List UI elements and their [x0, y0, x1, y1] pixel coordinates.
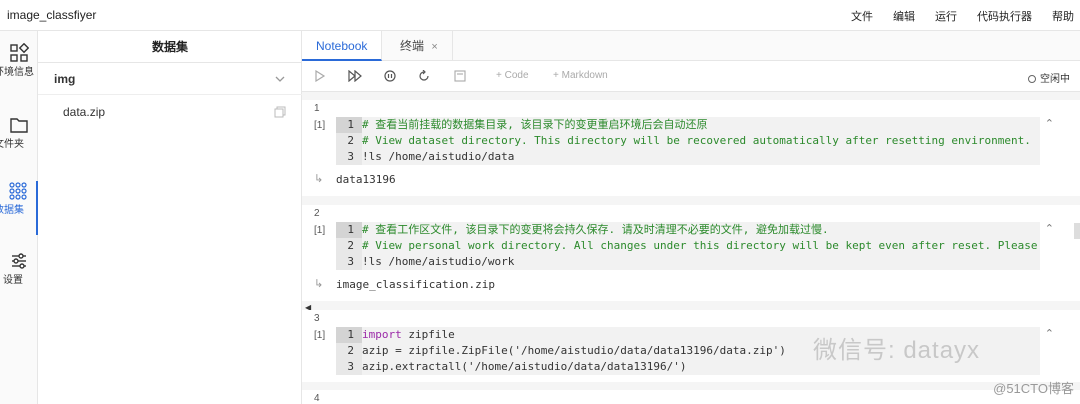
code-line: 3 !ls /home/aistudio/data — [336, 149, 1040, 165]
watermark: 微信号: datayx — [813, 337, 981, 364]
code-text: # View dataset directory. This directory… — [362, 134, 1031, 147]
grid-icon — [10, 43, 29, 62]
collapse-up-icon[interactable]: ⌃ — [1045, 327, 1054, 340]
cell-number: 4 — [314, 393, 320, 404]
cell-prompt: [1] — [314, 225, 326, 236]
line-number: 1 — [336, 222, 362, 238]
menu-file[interactable]: 文件 — [851, 8, 873, 24]
kernel-status-text: 空闲中 — [1040, 74, 1070, 85]
code-text: # 查看工作区文件, 该目录下的变更将会持久保存. 请及时清理不必要的文件, 避… — [362, 223, 829, 236]
stop-icon[interactable] — [384, 70, 396, 82]
file-row[interactable]: data.zip — [38, 97, 302, 127]
tab-label: Notebook — [316, 39, 368, 53]
cell-number: 3 — [314, 313, 320, 324]
notebook-cell[interactable]: 2 [1] 1 # 查看工作区文件, 该目录下的变更将会持久保存. 请及时清理不必… — [302, 205, 1080, 301]
cell-prompt: [1] — [314, 330, 326, 341]
code-line: 1 # 查看当前挂载的数据集目录, 该目录下的变更重启环境后会自动还原 — [336, 117, 1040, 133]
code-editor[interactable]: 1 # 查看当前挂载的数据集目录, 该目录下的变更重启环境后会自动还原 2 # Vi… — [336, 117, 1040, 165]
dataset-group-name: img — [54, 72, 76, 86]
menu-run[interactable]: 运行 — [935, 8, 957, 24]
dataset-group-row[interactable]: img — [38, 63, 302, 95]
code-text: # 查看当前挂载的数据集目录, 该目录下的变更重启环境后会自动还原 — [362, 118, 708, 131]
dataset-icon — [9, 182, 27, 200]
menu-help[interactable]: 帮助 — [1052, 8, 1074, 24]
copy-icon[interactable] — [274, 106, 286, 118]
tab-label: 终端 — [400, 39, 425, 53]
code-text: import zipfile — [362, 328, 455, 341]
notebook-cell[interactable]: 4 — [302, 390, 1080, 404]
tab-notebook[interactable]: Notebook — [302, 31, 383, 61]
run-icon[interactable] — [314, 70, 326, 82]
kernel-status: 空闲中 — [1028, 70, 1070, 85]
menu-kernel[interactable]: 代码执行器 — [977, 8, 1032, 24]
output-arrow-icon: ↳ — [314, 278, 324, 290]
code-line: 1 # 查看工作区文件, 该目录下的变更将会持久保存. 请及时清理不必要的文件, … — [336, 222, 1040, 238]
cell-number: 1 — [314, 103, 320, 114]
menu-bar: 文件 编辑 运行 代码执行器 帮助 — [851, 8, 1074, 24]
collapse-up-icon[interactable]: ⌃ — [1045, 117, 1054, 130]
dataset-panel: 数据集 img data.zip — [38, 31, 302, 404]
menu-edit[interactable]: 编辑 — [893, 8, 915, 24]
cell-prompt: [1] — [314, 120, 326, 131]
code-text: !ls /home/aistudio/work — [362, 255, 515, 268]
app-title: image_classfiyer — [7, 8, 97, 22]
nav-item-settings[interactable]: 设置 — [0, 251, 38, 305]
line-number: 2 — [336, 238, 362, 254]
line-number: 1 — [336, 327, 362, 343]
nav-label: 文件夹 — [0, 139, 24, 150]
watermark-corner: @51CTO博客 — [993, 381, 1074, 396]
kernel-status-icon — [1028, 75, 1036, 83]
cell-output: data13196 — [336, 173, 396, 186]
notebook-cell[interactable]: 1 [1] 1 # 查看当前挂载的数据集目录, 该目录下的变更重启环境后会自动还原… — [302, 100, 1080, 196]
nav-label: 设置 — [3, 275, 23, 286]
nav-item-env-info[interactable]: 环境信息 — [0, 43, 38, 97]
sliders-icon — [12, 253, 26, 269]
file-name: data.zip — [63, 105, 106, 119]
nav-item-dataset[interactable]: 数据集 — [0, 181, 38, 235]
line-number: 3 — [336, 359, 362, 375]
save-icon[interactable] — [454, 70, 466, 82]
code-text: # View personal work directory. All chan… — [362, 239, 1040, 252]
code-text: azip.extractall('/home/aistudio/data/dat… — [362, 360, 687, 373]
top-bar: image_classfiyer 文件 编辑 运行 代码执行器 帮助 — [0, 0, 1080, 31]
scrollbar[interactable] — [1074, 223, 1080, 239]
add-code-button[interactable]: + Code — [496, 70, 529, 81]
nav-label: 数据集 — [0, 205, 24, 216]
add-markdown-button[interactable]: + Markdown — [553, 70, 608, 81]
close-icon[interactable]: × — [431, 41, 437, 53]
code-editor[interactable]: 1 # 查看工作区文件, 该目录下的变更将会持久保存. 请及时清理不必要的文件, … — [336, 222, 1040, 270]
tab-terminal[interactable]: 终端 × — [386, 31, 453, 61]
line-number: 1 — [336, 117, 362, 133]
tab-bar: Notebook 终端 × — [302, 31, 1080, 61]
folder-icon — [10, 118, 28, 133]
output-arrow-icon: ↳ — [314, 173, 324, 185]
code-line: 2 # View dataset directory. This director… — [336, 133, 1040, 149]
code-line: 3 !ls /home/aistudio/work — [336, 254, 1040, 270]
restart-icon[interactable] — [418, 70, 430, 82]
run-all-icon[interactable] — [348, 70, 362, 82]
cell-output: image_classification.zip — [336, 278, 495, 291]
code-text: !ls /home/aistudio/data — [362, 150, 515, 163]
cell-number: 2 — [314, 208, 320, 219]
code-text: azip = zipfile.ZipFile('/home/aistudio/d… — [362, 344, 786, 357]
code-line: 2 # View personal work directory. All cha… — [336, 238, 1040, 254]
line-number: 2 — [336, 133, 362, 149]
line-number: 3 — [336, 254, 362, 270]
nav-item-folder[interactable]: 文件夹 — [0, 115, 38, 169]
left-nav: 环境信息 文件夹 数据集 设置 — [0, 31, 38, 404]
notebook-toolbar: + Code + Markdown 空闲中 — [302, 61, 1080, 92]
chevron-down-icon[interactable] — [274, 73, 286, 85]
line-number: 2 — [336, 343, 362, 359]
line-number: 3 — [336, 149, 362, 165]
nav-label: 环境信息 — [0, 67, 34, 78]
panel-title: 数据集 — [151, 40, 188, 54]
collapse-up-icon[interactable]: ⌃ — [1045, 222, 1054, 235]
